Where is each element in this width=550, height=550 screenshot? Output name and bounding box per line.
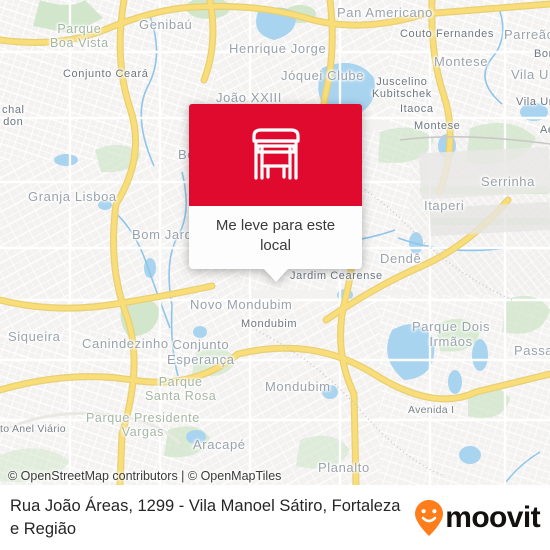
- moovit-logo[interactable]: moovit: [412, 498, 550, 538]
- location-popup[interactable]: Me leve para este local: [189, 104, 362, 282]
- bus-shelter-icon: [251, 128, 300, 180]
- moovit-pin-icon: [415, 499, 444, 536]
- popup-label: Me leve para este local: [215, 217, 336, 254]
- popup-body: Me leve para este local: [189, 206, 362, 269]
- popup-tail: [262, 267, 289, 282]
- moovit-wordmark: moovit: [445, 500, 540, 534]
- map-screen: Parque Boa Vista Genibaú Pan Americano Couto…: [0, 0, 550, 550]
- location-title: Rua João Áreas, 1299 - Vila Manoel Sátir…: [10, 497, 401, 538]
- footer-bar: Rua João Áreas, 1299 - Vila Manoel Sátir…: [0, 485, 550, 550]
- popup-header: [189, 104, 362, 206]
- map-attribution: © OpenStreetMap contributors | © OpenMap…: [8, 469, 282, 483]
